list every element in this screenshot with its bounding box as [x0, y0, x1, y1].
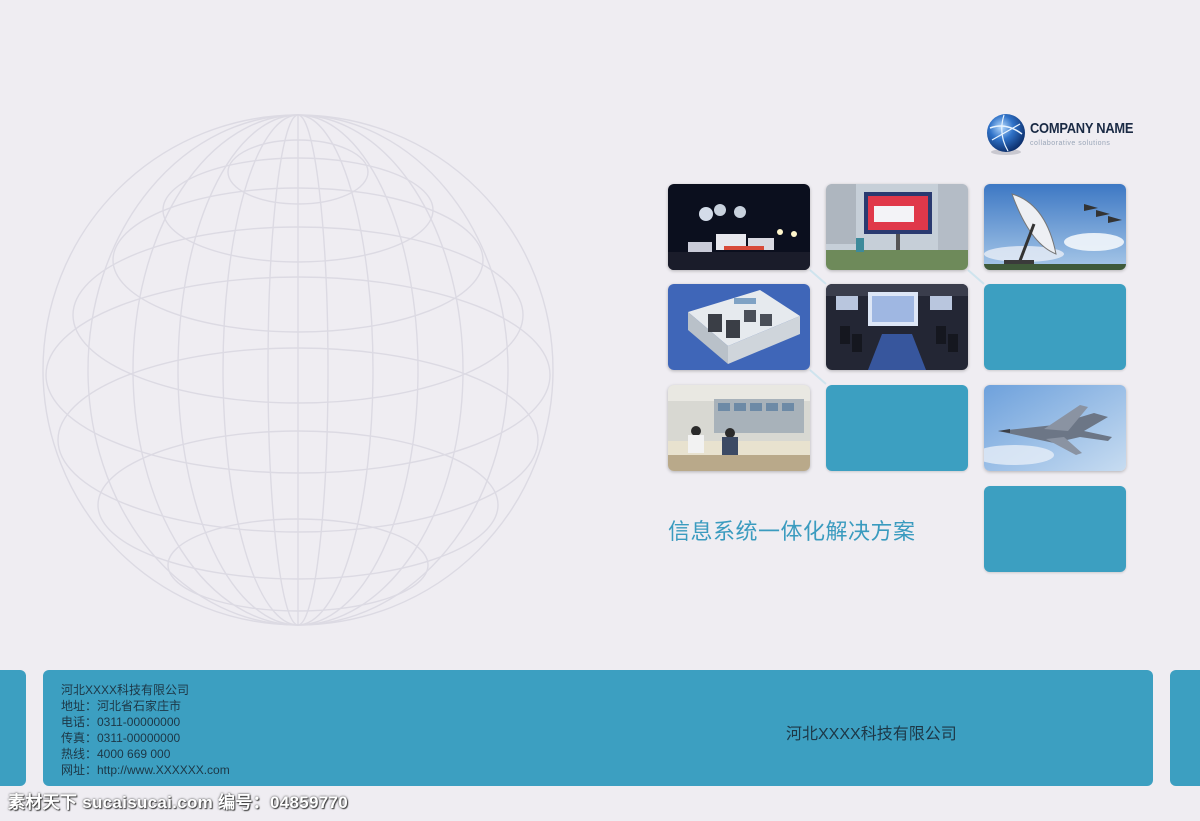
watermark-text: 素材天下 sucaisucai.com 编号：04859770	[8, 793, 349, 812]
contact-company: 河北XXXX科技有限公司	[61, 683, 190, 697]
fighter-jet-image	[984, 385, 1126, 471]
conference-room-photo	[826, 284, 968, 370]
night-vehicles-photo	[668, 184, 810, 270]
teal-accent-block-2	[826, 385, 968, 471]
teal-accent-block-3	[984, 486, 1126, 572]
server-room-render-photo	[668, 284, 810, 370]
fighter-jet-photo	[984, 385, 1126, 471]
contact-website: 网址：http://www.XXXXXX.com	[61, 763, 230, 777]
control-room-operators-image	[668, 385, 810, 471]
footer-company-name: 河北XXXX科技有限公司	[786, 726, 957, 743]
contact-info: 河北XXXX科技有限公司 地址：河北省石家庄市 电话：0311-00000000…	[61, 682, 230, 778]
data-center-render-image	[668, 284, 810, 370]
globe-icon	[987, 114, 1025, 155]
contact-phone: 电话：0311-00000000	[61, 715, 181, 729]
globe-watermark-icon	[42, 114, 554, 626]
contact-fax: 传真：0311-00000000	[61, 731, 181, 745]
footer-left-tab	[0, 670, 26, 786]
satellite-dish-image	[984, 184, 1126, 270]
satellite-dish-photo	[984, 184, 1126, 270]
outdoor-led-screen-photo	[826, 184, 968, 270]
control-room-photo	[668, 385, 810, 471]
contact-address: 地址：河北省石家庄市	[61, 699, 182, 713]
main-title: 信息系统一体化解决方案	[668, 520, 916, 545]
teal-accent-block-1	[984, 284, 1126, 370]
night-emergency-vehicles-image	[668, 184, 810, 270]
contact-hotline: 热线：4000 669 000	[61, 747, 171, 761]
company-logo: COMPANY NAME collaborative solutions	[984, 112, 1174, 156]
led-billboard-image	[826, 184, 968, 270]
video-conference-room-image	[826, 284, 968, 370]
company-name-logo-text: COMPANY NAME	[1030, 120, 1134, 137]
logo-tagline: collaborative solutions	[1030, 140, 1111, 147]
footer-right-tab	[1170, 670, 1200, 786]
